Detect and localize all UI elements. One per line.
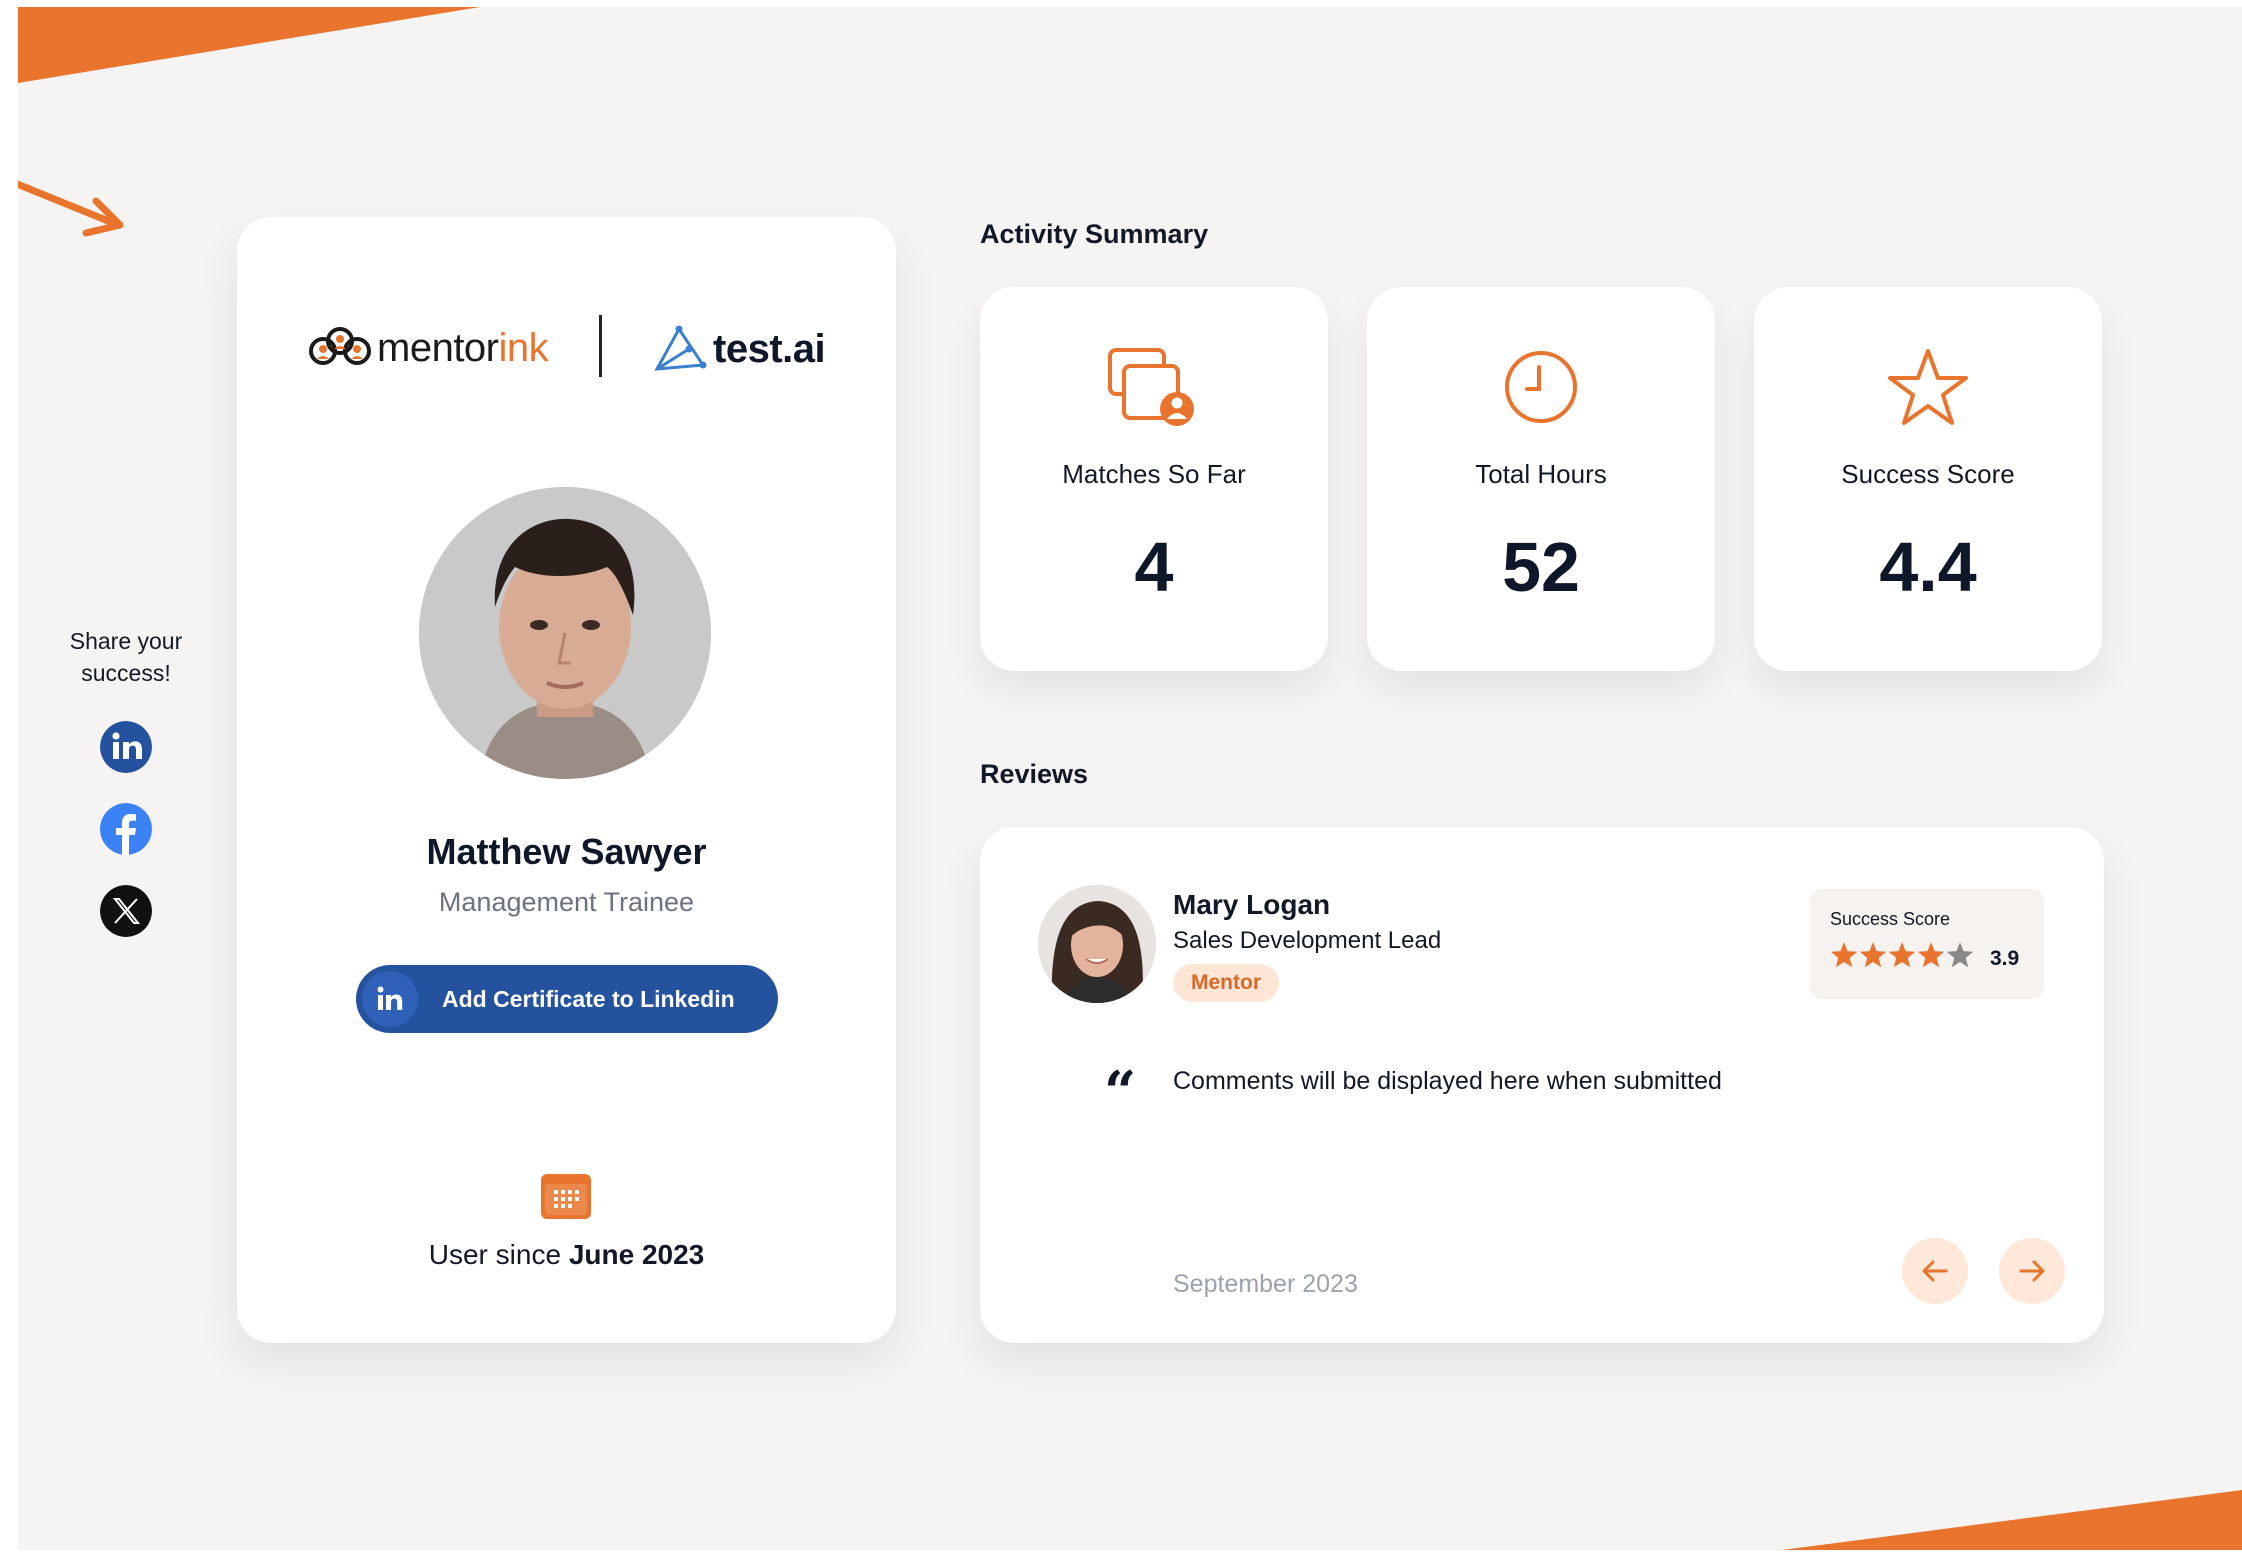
- arrow-right-icon: [2019, 1260, 2045, 1282]
- share-title: Share your success!: [69, 628, 183, 686]
- testai-wordmark: test.ai: [713, 326, 826, 371]
- matches-icon: [1108, 348, 1194, 426]
- mentorink-wordmark: mentorink: [377, 325, 549, 370]
- profile-role: Management Trainee: [438, 887, 695, 917]
- linkedin-icon[interactable]: [100, 721, 152, 773]
- reviewer-photo: [1038, 885, 1156, 1003]
- linkedin-icon: [362, 971, 418, 1027]
- testai-mark-icon: [654, 325, 707, 371]
- star-icon: [1888, 349, 1968, 425]
- clock-icon: [1505, 351, 1577, 423]
- partner-logos: mentorink test.ai: [237, 305, 896, 395]
- profile-photo: [419, 487, 711, 779]
- reviewer-title: Sales Development Lead: [1173, 927, 1442, 954]
- stat-label: Total Hours: [1475, 459, 1607, 489]
- decorative-corner-bottom: [1782, 1490, 2242, 1550]
- stat-label: Matches So Far: [1062, 459, 1246, 489]
- score-label: Success Score: [1830, 909, 1951, 929]
- star-1-icon: [1830, 942, 1858, 968]
- logo-divider: [599, 315, 602, 377]
- review-card: Mary Logan Sales Development Lead Mentor…: [980, 827, 2104, 1343]
- star-rating: [1830, 941, 1978, 971]
- review-date: September 2023: [1173, 1270, 1358, 1298]
- add-certificate-linkedin-button[interactable]: Add Certificate to Linkedin: [356, 965, 778, 1033]
- review-success-score: Success Score 3.9: [1810, 889, 2044, 999]
- quote-icon: “: [1104, 1059, 1137, 1125]
- testai-logo: test.ai: [653, 325, 826, 373]
- user-since-date: June 2023: [568, 1239, 705, 1270]
- previous-review-button[interactable]: [1902, 1238, 1968, 1304]
- star-5-icon: [1946, 942, 1974, 968]
- profile-card: mentorink test.ai Matthew Sawyer Managem…: [237, 217, 896, 1343]
- score-value: 3.9: [1990, 947, 2020, 970]
- reviewer-avatar: [1038, 885, 1156, 1003]
- profile-name: Matthew Sawyer: [426, 831, 707, 872]
- x-icon[interactable]: [100, 885, 152, 937]
- mentor-badge: Mentor: [1173, 964, 1279, 1002]
- profile-avatar: [419, 487, 711, 779]
- stat-card-hours: Total Hours 52: [1367, 287, 1715, 671]
- arrow-decoration-icon: [18, 180, 124, 237]
- star-4-icon: [1917, 942, 1945, 968]
- share-panel: Share your success!: [48, 625, 204, 937]
- arrow-left-icon: [1922, 1260, 1948, 1282]
- add-certificate-label: Add Certificate to Linkedin: [442, 985, 735, 1012]
- stat-value: 4: [1134, 528, 1174, 606]
- mentorink-logo: mentorink: [309, 325, 549, 371]
- star-2-icon: [1859, 942, 1887, 968]
- stat-card-score: Success Score 4.4: [1754, 287, 2102, 671]
- stat-value: 52: [1502, 528, 1580, 606]
- reviewer-name: Mary Logan: [1173, 889, 1331, 920]
- calendar-icon: [541, 1174, 591, 1219]
- stat-card-matches: Matches So Far 4: [980, 287, 1328, 671]
- reviews-title: Reviews: [980, 759, 1089, 789]
- facebook-icon[interactable]: [100, 803, 152, 855]
- user-since: User since June 2023: [428, 1239, 705, 1270]
- activity-summary-title: Activity Summary: [980, 219, 1209, 249]
- page-background: Share your success! mentorink test.ai Ma…: [18, 7, 2242, 1550]
- next-review-button[interactable]: [1999, 1238, 2065, 1304]
- review-comment: Comments will be displayed here when sub…: [1173, 1067, 1722, 1095]
- stat-label: Success Score: [1841, 459, 2015, 489]
- decorative-corner-top: [18, 7, 480, 83]
- stat-value: 4.4: [1879, 528, 1977, 606]
- mentorink-mark-icon: [309, 327, 371, 365]
- star-3-icon: [1888, 942, 1916, 968]
